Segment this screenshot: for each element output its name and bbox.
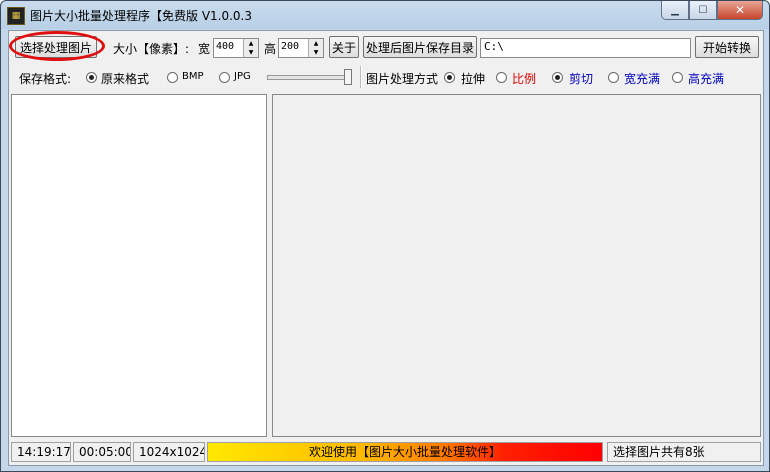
format-bmp-label: BMP [182,71,204,82]
main-toolbar: 选择处理图片 大小【像素】: 宽 400 ▲ ▼ 高 200 ▲ ▼ 关于 处理后图… [9,31,763,63]
height-value: 200 [281,41,300,52]
select-images-button[interactable]: 选择处理图片 [15,36,97,58]
window-title: 图片大小批量处理程序【免费版 V1.0.0.3 [30,9,253,23]
method-fill-height-radio[interactable] [672,72,683,83]
app-icon[interactable]: ▦ [7,7,25,25]
status-time: 14:19:17 [11,442,71,462]
method-crop-radio[interactable] [552,72,563,83]
caption-buttons: ▁ ☐ ✕ [661,1,763,21]
client-area: 选择处理图片 大小【像素】: 宽 400 ▲ ▼ 高 200 ▲ ▼ 关于 处理后图… [8,30,764,466]
size-label: 大小【像素】: [113,42,190,56]
method-fill-width-radio[interactable] [608,72,619,83]
status-welcome: 欢迎使用【图片大小批量处理软件】 [207,442,603,462]
stepper-arrows-icon[interactable]: ▲ ▼ [243,39,258,57]
minimize-icon[interactable]: ▁ [661,1,689,20]
method-fill-height-label: 高充满 [688,72,725,86]
height-stepper[interactable]: 200 ▲ ▼ [278,38,324,58]
quality-slider[interactable] [267,75,351,80]
maximize-icon[interactable]: ☐ [689,1,717,20]
status-elapsed: 00:05:00 [73,442,131,462]
app-window: ▦ 图片大小批量处理程序【免费版 V1.0.0.3 ▁ ☐ ✕ 选择处理图片 大… [0,0,770,472]
about-button[interactable]: 关于 [329,36,359,58]
title-bar[interactable]: ▦ 图片大小批量处理程序【免费版 V1.0.0.3 ▁ ☐ ✕ [1,1,769,29]
save-dir-button[interactable]: 处理后图片保存目录 [363,36,477,58]
width-label: 宽 [198,42,211,56]
method-stretch-label: 拉伸 [461,72,486,86]
method-label: 图片处理方式 [366,72,439,86]
format-jpg-label: JPG [234,71,251,82]
format-original-radio[interactable] [86,72,97,83]
format-label: 保存格式: [19,72,72,86]
width-stepper[interactable]: 400 ▲ ▼ [213,38,259,58]
quality-slider-thumb[interactable] [344,69,352,85]
method-crop-label: 剪切 [569,72,594,86]
method-fill-width-label: 宽充满 [624,72,661,86]
save-path-input[interactable]: C:\ [480,38,691,58]
status-resolution: 1024x1024 [133,442,205,462]
format-bmp-radio[interactable] [167,72,178,83]
toolbar-separator [360,66,362,88]
height-label: 高 [264,42,277,56]
start-convert-button[interactable]: 开始转换 [695,36,759,58]
method-ratio-label: 比例 [512,72,537,86]
status-count: 选择图片共有8张 [607,442,761,462]
format-original-label: 原来格式 [101,72,150,86]
format-jpg-radio[interactable] [219,72,230,83]
preview-pane [272,94,761,437]
status-bar: 14:19:17 00:05:00 1024x1024 欢迎使用【图片大小批量处… [9,440,763,465]
stepper-arrows-icon[interactable]: ▲ ▼ [308,39,323,57]
method-ratio-radio[interactable] [496,72,507,83]
method-stretch-radio[interactable] [444,72,455,83]
close-icon[interactable]: ✕ [717,1,763,20]
options-toolbar: 保存格式: 原来格式 BMP JPG 图片处理方式 拉伸 比例 剪切 宽充满 高… [9,64,763,89]
image-list-pane[interactable] [11,94,267,437]
width-value: 400 [216,41,235,52]
